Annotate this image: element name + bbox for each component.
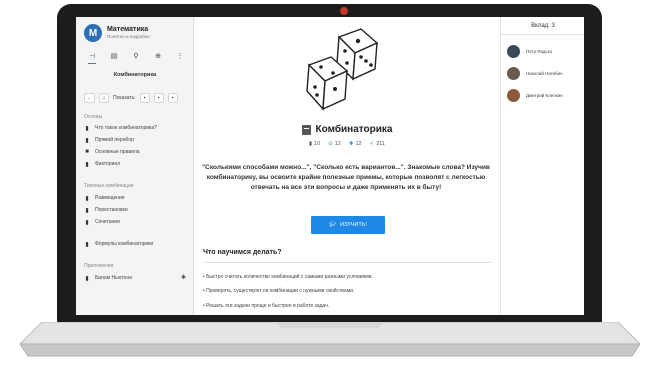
logo-icon: M <box>84 24 102 42</box>
show-filter-row: ← ⌂ Показать: ▪ ▪ ▪ <box>84 92 186 104</box>
checkmark-icon: ✓ <box>369 141 375 147</box>
webcam-dot <box>340 7 348 15</box>
sidebar-toolbar: ⊣ ▤ ⚲ ⊕ ⋮ <box>86 52 186 64</box>
sidebar-heading: Комбинаторика <box>113 72 157 78</box>
show-label: Показать: <box>113 95 136 101</box>
brand-subtitle: Понятно и подробно <box>107 34 150 39</box>
brand-title: Математика <box>107 26 149 33</box>
stat-done: ✓ 211 <box>369 141 385 147</box>
avatar <box>507 89 520 102</box>
section-label-typical: Типовые комбинации <box>84 183 134 189</box>
sidebar-item-combinations[interactable]: ▮ Сочетания <box>84 219 119 226</box>
bookmark-icon: ▮ <box>85 241 89 248</box>
bookmark-icon: ▮ <box>85 195 89 202</box>
bookmark-icon: ▮ <box>85 161 89 168</box>
sidebar-item-what-is[interactable]: ▮ Что такое комбинаторика? <box>84 125 157 132</box>
avatar <box>507 67 520 80</box>
bookmark-icon: ▮ <box>85 125 89 132</box>
tree-icon[interactable]: ⊣ <box>86 52 98 64</box>
search-icon[interactable]: ⚲ <box>130 52 142 60</box>
filter-theory-icon[interactable]: ▪ <box>139 93 150 103</box>
laptop-base <box>20 322 640 357</box>
stat-pages: ▮ 10 <box>308 141 321 147</box>
globe-icon[interactable]: ⊕ <box>152 52 164 60</box>
filter-tasks-icon[interactable]: ▪ <box>153 93 164 103</box>
document-icon[interactable]: ▤ <box>108 52 120 60</box>
main-content: Комбинаторика ▮ 10 ⊙ 12 ✚ 12 ✓ 211 "Скол… <box>195 17 499 315</box>
learn-heading: Что научимся делать? <box>203 249 282 256</box>
bookmark-icon: ▮ <box>85 207 89 214</box>
sidebar-item-direct-enumeration[interactable]: ▮ Прямой перебор <box>84 137 134 144</box>
page-icon: ▮ <box>308 141 313 147</box>
contributor-item[interactable]: Дмитрий Клепкин <box>507 89 563 102</box>
sidebar-item-basic-rules[interactable]: ■ Основные правила <box>84 149 139 155</box>
app-screen: M Математика Понятно и подробно ⊣ ▤ ⚲ ⊕ … <box>76 17 584 315</box>
course-description: "Сколькими способами можно...", "Сколько… <box>202 164 490 191</box>
page-title-text: Комбинаторика <box>315 124 393 135</box>
list-item: • Проверять, существуют ли комбинации с … <box>203 288 355 294</box>
contributors-panel: Вклад: 3 Петр Радько Николай Нагибин Дми… <box>500 17 584 315</box>
sidebar-item-factorial[interactable]: ▮ Факториал <box>84 161 120 168</box>
contributor-item[interactable]: Николай Нагибин <box>507 67 563 80</box>
stat-checks: ⊙ 12 <box>328 141 341 147</box>
sidebar-item-newton-binomial[interactable]: ▮ Бином Ньютона <box>84 275 132 282</box>
list-item: • Решать эти задачи проще и быстрее в ра… <box>203 303 330 309</box>
list-item: • Быстро считать количество комбинаций с… <box>203 274 373 280</box>
page-title: Комбинаторика <box>195 124 499 135</box>
sidebar-item-arrangements[interactable]: ▮ Размещения <box>84 195 124 202</box>
sidebar: M Математика Понятно и подробно ⊣ ▤ ⚲ ⊕ … <box>76 17 194 315</box>
contributor-item[interactable]: Петр Радько <box>507 45 552 58</box>
bookmark-icon: ▮ <box>85 219 89 226</box>
section-label-basics: Основы <box>84 114 103 120</box>
contributors-heading: Вклад: 3 <box>501 17 584 35</box>
section-label-applications: Приложения <box>84 263 114 269</box>
home-icon[interactable]: ⌂ <box>99 93 109 103</box>
course-stats: ▮ 10 ⊙ 12 ✚ 12 ✓ 211 <box>195 141 499 147</box>
back-icon[interactable]: ← <box>84 93 95 103</box>
brand[interactable]: M Математика Понятно и подробно <box>84 24 150 42</box>
stat-tasks: ✚ 12 <box>348 141 362 147</box>
divider <box>203 262 491 263</box>
book-icon <box>301 124 311 135</box>
settings-icon[interactable]: ✱ <box>181 274 186 281</box>
filter-tests-icon[interactable]: ▪ <box>167 93 178 103</box>
dice-illustration <box>306 28 379 111</box>
puzzle-icon: ✚ <box>348 141 354 147</box>
check-circle-icon: ⊙ <box>328 141 333 147</box>
bookmark-icon: ▮ <box>85 137 89 144</box>
more-icon[interactable]: ⋮ <box>174 52 186 60</box>
bookmark-icon: ▮ <box>85 275 89 282</box>
sidebar-item-permutations[interactable]: ▮ Перестановки <box>84 207 127 214</box>
avatar <box>507 45 520 58</box>
folder-icon: ■ <box>85 149 89 155</box>
graduation-cap-icon: 🎓︎ <box>329 222 337 228</box>
sidebar-item-formulas[interactable]: ▮ Формулы комбинаторики <box>84 241 153 248</box>
study-button[interactable]: 🎓︎ ИЗУЧИТЬ! <box>311 216 385 234</box>
